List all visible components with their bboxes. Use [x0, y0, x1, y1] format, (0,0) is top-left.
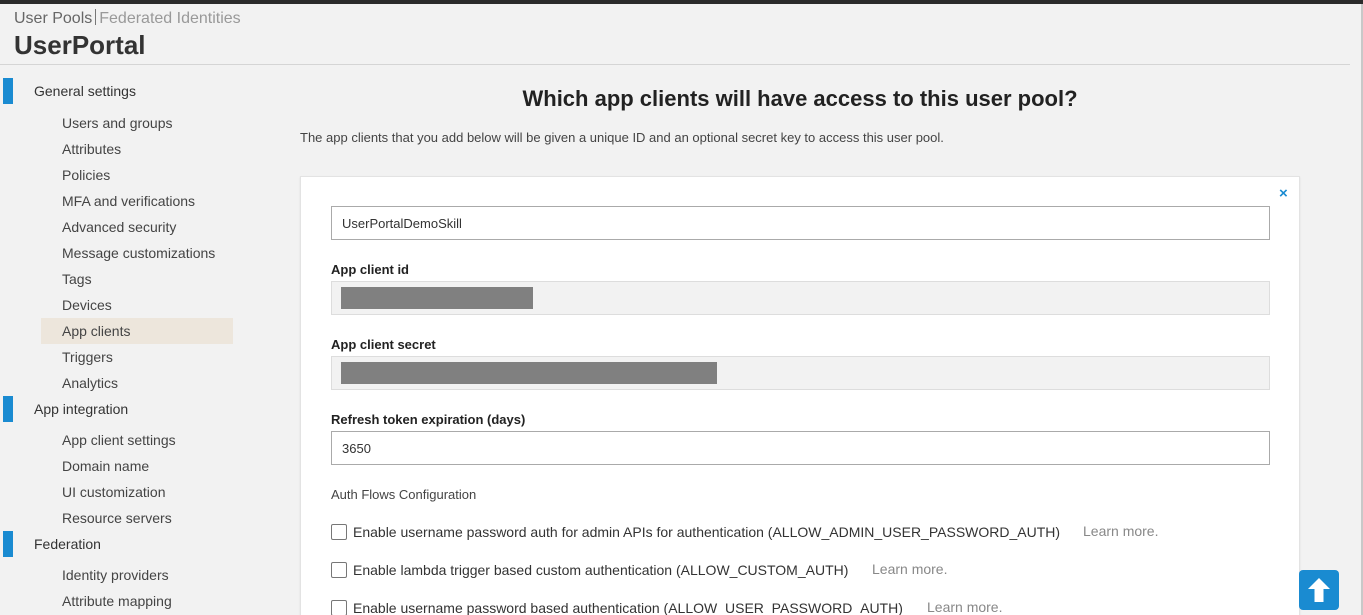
auth-flow-custom-auth: Enable lambda trigger based custom authe… — [331, 561, 1271, 581]
auth-flows-label: Auth Flows Configuration — [331, 487, 477, 502]
page-header: User Pools Federated Identities UserPorta… — [0, 4, 1350, 65]
auth-flow-label: Enable username password auth for admin … — [353, 524, 1061, 540]
sidebar-item-domain-name[interactable]: Domain name — [41, 453, 233, 479]
sidebar-item-resource-servers[interactable]: Resource servers — [41, 505, 233, 531]
learn-more-link[interactable]: Learn more. — [872, 561, 947, 577]
section-description: The app clients that you add below will … — [300, 130, 944, 145]
sidebar-item-label: Devices — [62, 297, 112, 313]
sidebar-item-identity-providers[interactable]: Identity providers — [41, 562, 233, 588]
app-client-card: × UserPortalDemoSkill App client id App … — [300, 176, 1300, 615]
sidebar-item-mfa-and-verifications[interactable]: MFA and verifications — [41, 188, 233, 214]
pool-type-tabs: User Pools Federated Identities — [14, 9, 241, 28]
sidebar-item-label: Resource servers — [62, 510, 172, 526]
auth-flow-admin-user-password: Enable username password auth for admin … — [331, 523, 1271, 543]
sidebar-item-label: MFA and verifications — [62, 193, 196, 209]
close-icon[interactable]: × — [1279, 185, 1288, 202]
sidebar-item-analytics[interactable]: Analytics — [41, 370, 233, 396]
refresh-token-value: 3650 — [342, 441, 371, 456]
app-client-id-label: App client id — [331, 262, 409, 277]
sidebar-item-label: UI customization — [62, 484, 166, 500]
refresh-token-label: Refresh token expiration (days) — [331, 412, 526, 427]
section-marker — [3, 531, 13, 557]
tab-federated-identities[interactable]: Federated Identities — [99, 10, 240, 27]
sidebar-section-label: App integration — [34, 401, 129, 417]
page-title: UserPortal — [14, 30, 146, 60]
sidebar-item-label: Domain name — [62, 458, 150, 474]
sidebar-item-policies[interactable]: Policies — [41, 162, 233, 188]
auth-flow-label: Enable username password based authentic… — [353, 600, 903, 615]
sidebar-item-attribute-mapping[interactable]: Attribute mapping — [41, 588, 233, 614]
app-client-name-value: UserPortalDemoSkill — [342, 216, 462, 231]
main-content: Which app clients will have access to th… — [260, 66, 1350, 615]
section-heading: Which app clients will have access to th… — [522, 86, 1078, 111]
sidebar-item-app-client-settings[interactable]: App client settings — [41, 427, 233, 453]
app-client-id-field — [331, 281, 1270, 315]
sidebar-item-ui-customization[interactable]: UI customization — [41, 479, 233, 505]
page-scrollbar[interactable] — [1350, 4, 1363, 615]
sidebar-item-label: Analytics — [62, 375, 119, 391]
sidebar-section-label: General settings — [34, 83, 136, 99]
sidebar-item-label: Attributes — [62, 141, 122, 157]
sidebar-section-app-integration[interactable]: App integration — [0, 396, 240, 422]
sidebar-section-label: Federation — [34, 536, 101, 552]
sidebar-item-tags[interactable]: Tags — [41, 266, 233, 292]
app-client-secret-redaction — [341, 362, 717, 384]
app-client-secret-field — [331, 356, 1270, 390]
sidebar-item-message-customizations[interactable]: Message customizations — [41, 240, 233, 266]
app-client-id-redaction — [341, 287, 533, 309]
app-client-secret-label: App client secret — [331, 337, 436, 352]
sidebar-item-triggers[interactable]: Triggers — [41, 344, 233, 370]
sidebar-item-advanced-security[interactable]: Advanced security — [41, 214, 233, 240]
auth-flow-checkbox[interactable] — [331, 600, 347, 615]
sidebar-item-label: Users and groups — [62, 115, 173, 131]
section-marker — [3, 396, 13, 422]
sidebar-item-label: Attribute mapping — [62, 593, 172, 609]
auth-flow-label: Enable lambda trigger based custom authe… — [353, 562, 849, 578]
section-marker — [3, 78, 13, 104]
arrow-up-icon — [1308, 578, 1330, 602]
sidebar-item-label: Advanced security — [62, 219, 177, 235]
learn-more-link[interactable]: Learn more. — [1083, 523, 1158, 539]
sidebar-item-devices[interactable]: Devices — [41, 292, 233, 318]
sidebar-item-users-and-groups[interactable]: Users and groups — [41, 110, 233, 136]
auth-flow-checkbox[interactable] — [331, 524, 347, 540]
sidebar-item-label: Triggers — [62, 349, 113, 365]
sidebar-item-label: App clients — [62, 323, 131, 339]
learn-more-link[interactable]: Learn more. — [927, 599, 1002, 615]
scroll-to-top-button[interactable] — [1299, 570, 1339, 610]
app-client-name-input[interactable]: UserPortalDemoSkill — [331, 206, 1270, 240]
sidebar: General settings Users and groups Attrib… — [0, 66, 260, 615]
tab-divider — [95, 9, 97, 25]
sidebar-item-label: Policies — [62, 167, 111, 183]
sidebar-item-label: Message customizations — [62, 245, 216, 261]
sidebar-item-app-clients[interactable]: App clients — [41, 318, 233, 344]
sidebar-item-attributes[interactable]: Attributes — [41, 136, 233, 162]
sidebar-item-label: Identity providers — [62, 567, 169, 583]
sidebar-section-general-settings[interactable]: General settings — [0, 78, 240, 104]
sidebar-section-federation[interactable]: Federation — [0, 531, 240, 557]
sidebar-item-label: App client settings — [62, 432, 176, 448]
sidebar-item-label: Tags — [62, 271, 92, 287]
auth-flow-checkbox[interactable] — [331, 562, 347, 578]
refresh-token-input[interactable]: 3650 — [331, 431, 1270, 465]
tab-user-pools[interactable]: User Pools — [14, 10, 92, 27]
auth-flow-user-password: Enable username password based authentic… — [331, 599, 1271, 615]
